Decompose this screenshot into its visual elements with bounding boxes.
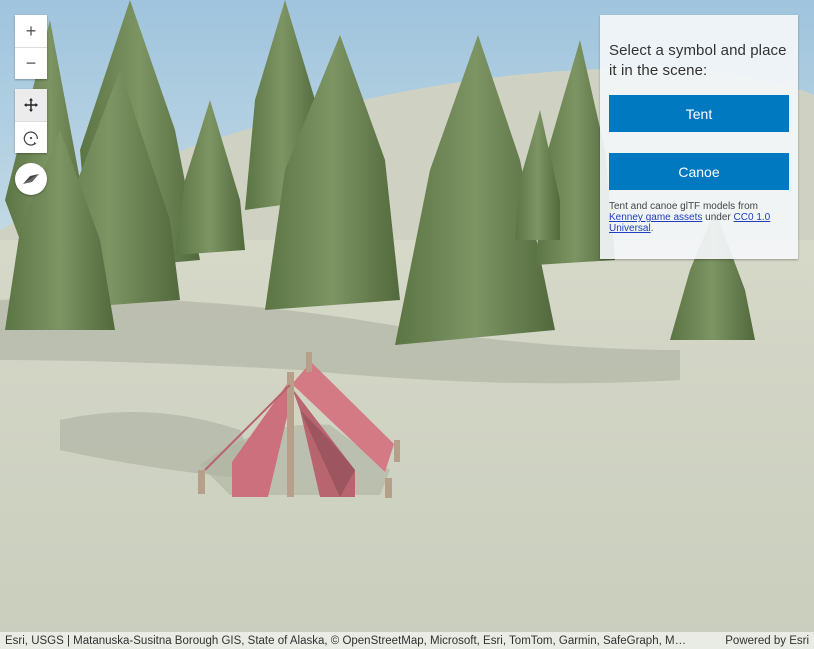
navigation-toggle [15, 89, 47, 153]
panel-title: Select a symbol and place it in the scen… [609, 42, 787, 79]
rotate-button[interactable] [15, 121, 47, 153]
credits-suffix: . [650, 223, 654, 234]
symbol-panel: Select a symbol and place it in the scen… [600, 15, 798, 259]
model-credits: Tent and canoe glTF models from Kenney g… [609, 201, 789, 234]
tent-button[interactable]: Tent [609, 95, 789, 132]
zoom-out-button[interactable]: − [15, 47, 47, 79]
zoom-controls: + − [15, 15, 47, 79]
compass-icon [23, 174, 39, 184]
move-icon [24, 98, 38, 112]
zoom-in-button[interactable]: + [15, 15, 47, 47]
credits-prefix: Tent and canoe glTF models from [609, 201, 758, 212]
kenney-link[interactable]: Kenney game assets [609, 212, 702, 223]
canoe-button[interactable]: Canoe [609, 153, 789, 190]
credits-middle: under [702, 212, 734, 223]
attribution-bar[interactable]: Esri, USGS | Matanuska-Susitna Borough G… [0, 632, 814, 649]
attribution-text[interactable]: Esri, USGS | Matanuska-Susitna Borough G… [5, 635, 686, 647]
powered-by[interactable]: Powered by Esri [725, 635, 809, 647]
pan-button[interactable] [15, 89, 47, 121]
compass-button[interactable] [15, 163, 47, 195]
rotate-icon [23, 130, 38, 146]
